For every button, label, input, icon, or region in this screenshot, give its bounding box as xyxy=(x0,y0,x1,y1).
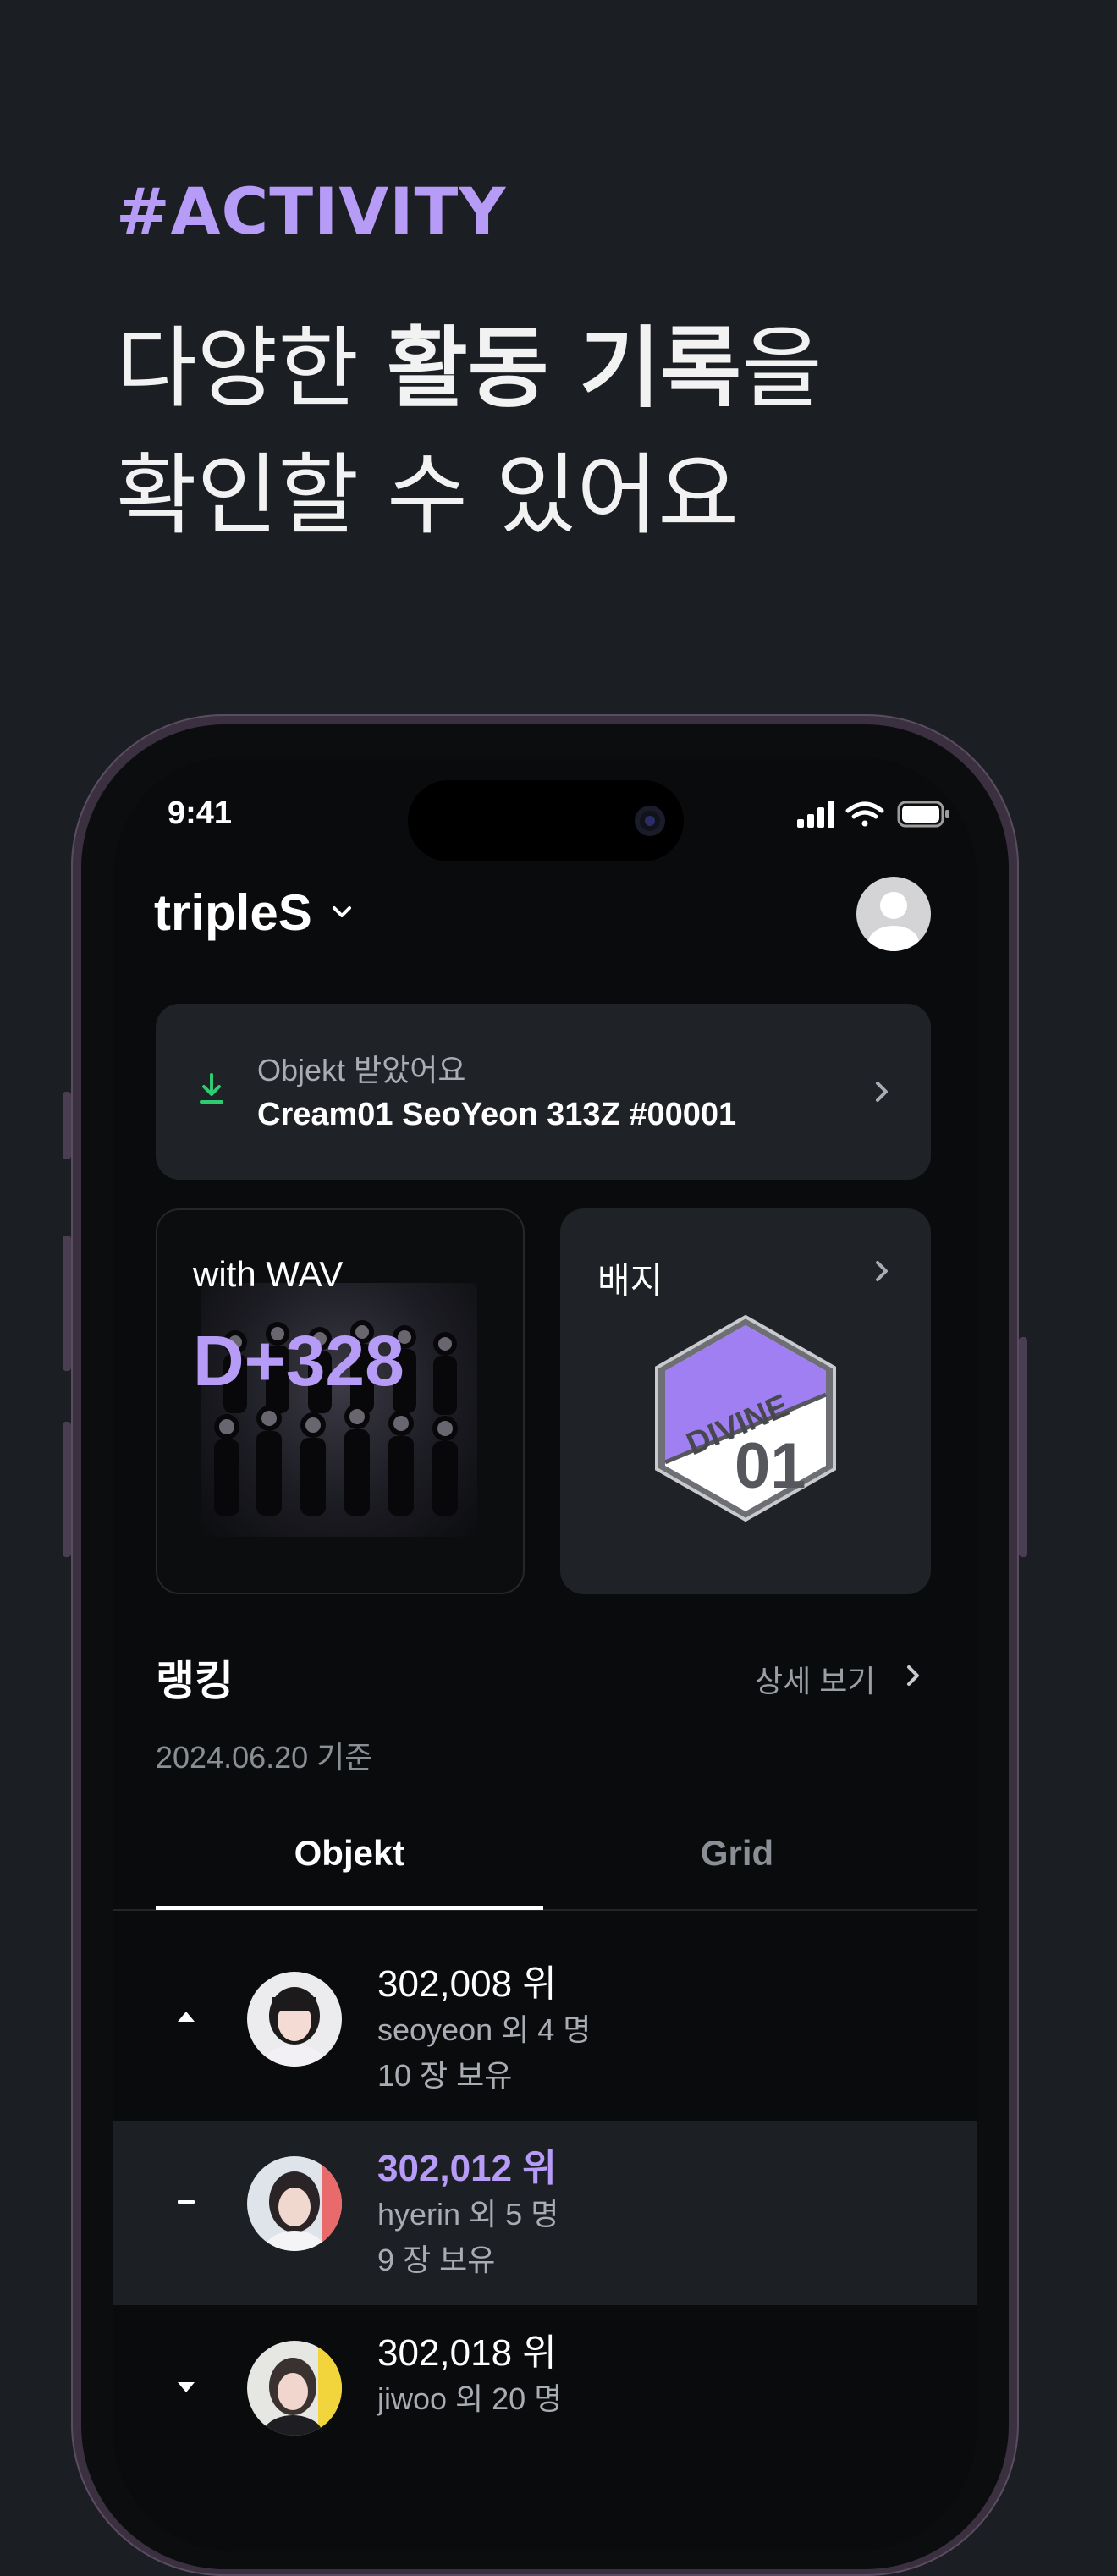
wifi-icon xyxy=(845,801,884,827)
headline-pre: 다양한 xyxy=(116,316,388,420)
dynamic-island xyxy=(408,780,684,861)
headline-post: 을 xyxy=(741,316,823,420)
app-title[interactable]: tripleS xyxy=(154,883,312,942)
rank-value: 302,018 위 xyxy=(377,2332,557,2374)
chevron-right-icon xyxy=(876,1082,888,1102)
trend-up-icon xyxy=(178,2012,195,2022)
wav-label: with WAV xyxy=(193,1254,344,1294)
download-icon xyxy=(200,1073,223,1104)
avatar xyxy=(247,1972,342,2067)
ranking-more-link[interactable]: 상세 보기 xyxy=(755,1657,875,1701)
notice-subtitle: Objekt 받았어요 xyxy=(257,1053,466,1087)
user-silhouette-icon xyxy=(868,892,919,951)
ranking-date: 2024.06.20 기준 xyxy=(156,1740,373,1775)
trend-same-icon xyxy=(178,2200,195,2204)
rank-count: 10 장 보유 xyxy=(377,2058,513,2093)
avatar-image xyxy=(247,2341,342,2436)
rank-members: seoyeon 외 4 명 xyxy=(377,2012,592,2047)
battery-icon xyxy=(897,801,949,828)
avatar xyxy=(247,2156,342,2251)
with-wav-card[interactable]: with WAV D+328 xyxy=(156,1208,525,1594)
dday-counter: D+328 xyxy=(193,1321,404,1401)
promo-headline: 다양한 활동 기록을 확인할 수 있어요 xyxy=(116,305,1047,559)
rank-value: 302,012 위 xyxy=(377,2148,557,2189)
camera-icon xyxy=(635,806,665,836)
volume-down-button xyxy=(63,1422,71,1557)
badge-card[interactable]: 배지 DIVINE 01 xyxy=(560,1208,931,1594)
status-icons xyxy=(797,801,949,828)
badge-label: 배지 xyxy=(597,1261,663,1301)
headline-line2: 확인할 수 있어요 xyxy=(116,443,739,547)
ranking-row[interactable]: 302,018 위 jiwoo 외 20 명 xyxy=(113,2305,977,2490)
rank-value: 302,008 위 xyxy=(377,1963,557,2005)
status-time: 9:41 xyxy=(168,795,233,831)
chevron-right-icon[interactable] xyxy=(900,1660,926,1691)
cellular-signal-icon xyxy=(797,801,834,828)
user-avatar-icon[interactable] xyxy=(856,877,931,951)
ranking-title: 랭킹 xyxy=(156,1657,234,1704)
divine-badge-icon: DIVINE 01 xyxy=(655,1314,836,1522)
trend-down-icon xyxy=(178,2382,195,2392)
avatar-image xyxy=(247,1972,342,2067)
chevron-down-icon[interactable] xyxy=(327,897,357,927)
action-button xyxy=(63,1092,71,1159)
objekt-received-card[interactable]: Objekt 받았어요 Cream01 SeoYeon 313Z #00001 xyxy=(156,1004,931,1180)
tab-grid[interactable]: Grid xyxy=(543,1833,931,1874)
rank-count: 9 장 보유 xyxy=(377,2243,496,2277)
avatar xyxy=(247,2341,342,2436)
headline-bold: 활동 기록 xyxy=(387,316,742,420)
volume-up-button xyxy=(63,1236,71,1371)
tab-objekt[interactable]: Objekt xyxy=(156,1833,543,1874)
section-tag: #ACTIVITY xyxy=(116,173,507,249)
rank-members: jiwoo 외 20 명 xyxy=(377,2381,563,2416)
power-button xyxy=(1019,1337,1027,1557)
chevron-right-icon xyxy=(876,1261,888,1281)
badge-text-bottom: 01 xyxy=(735,1430,806,1502)
rank-members: hyerin 외 5 명 xyxy=(377,2197,559,2232)
ranking-row[interactable]: 302,008 위 seoyeon 외 4 명 10 장 보유 xyxy=(113,1936,977,2121)
ranking-row-highlighted[interactable]: 302,012 위 hyerin 외 5 명 9 장 보유 xyxy=(113,2121,977,2305)
avatar-image xyxy=(247,2156,342,2251)
tab-active-indicator xyxy=(156,1906,543,1910)
notice-title: Cream01 SeoYeon 313Z #00001 xyxy=(257,1097,737,1132)
